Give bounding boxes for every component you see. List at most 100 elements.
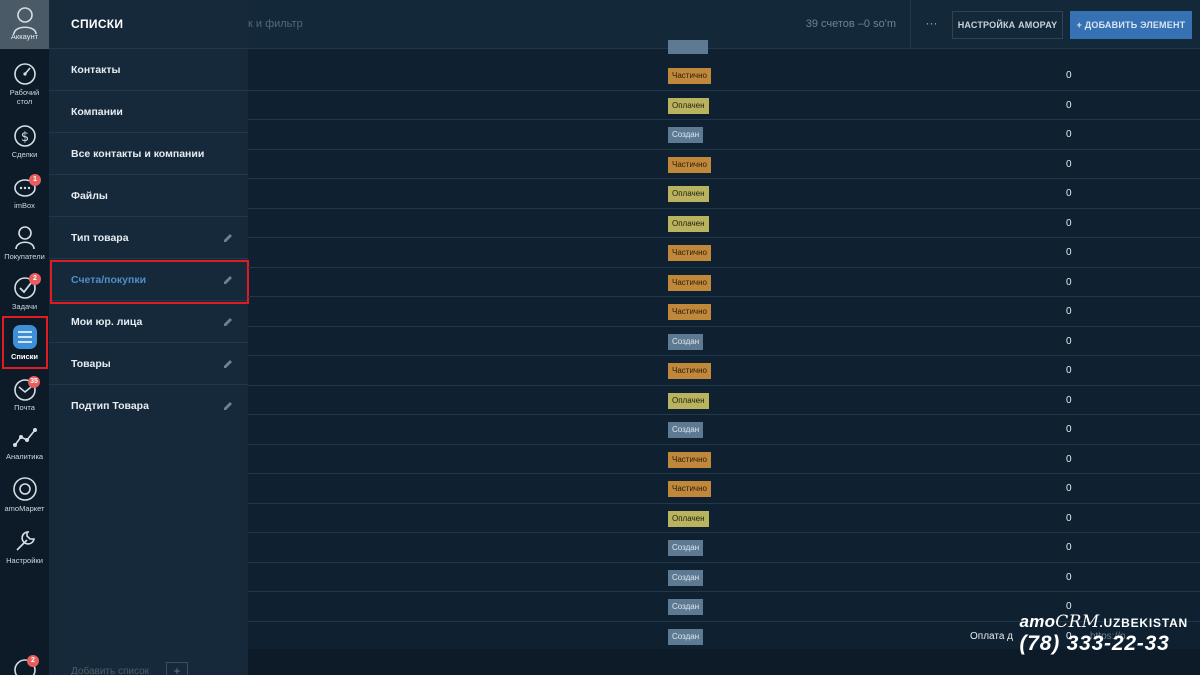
nav-analytics[interactable]: Аналитика	[0, 426, 49, 461]
table-row[interactable]: Частично 0	[248, 474, 1200, 504]
status-badge: Оплачен	[668, 186, 709, 202]
table-row[interactable]: Частично 0	[248, 238, 1200, 268]
amopay-settings-button[interactable]: НАСТРОЙКА AMOPAY	[952, 11, 1063, 39]
status-badge: Создан	[668, 569, 704, 586]
list-item-label: Товары	[71, 357, 111, 370]
nav-settings[interactable]: Настройки	[0, 528, 49, 565]
nav-notifications[interactable]: 2	[0, 655, 49, 675]
nav-dashboard[interactable]: Рабочий стол	[0, 62, 49, 106]
list-item-label: Файлы	[71, 189, 108, 202]
amount-cell: 0	[1066, 306, 1072, 317]
table-row[interactable]: Частично 0	[248, 445, 1200, 474]
add-list-link[interactable]: Добавить список	[71, 666, 149, 675]
list-item-files[interactable]: Файлы	[49, 175, 248, 217]
table-row[interactable]: Частично 0	[248, 150, 1200, 179]
list-item-label: Подтип Товара	[71, 400, 149, 412]
table-row[interactable]: Частично 0	[248, 356, 1200, 386]
more-actions-button[interactable]: ···	[910, 0, 952, 49]
nav-dashboard-label: Рабочий стол	[9, 88, 40, 106]
amount-cell: 0	[1066, 424, 1072, 435]
list-item-legal-entities[interactable]: Мои юр. лица	[49, 301, 248, 343]
status-badge: Частично	[668, 156, 711, 173]
table-row[interactable]: Оплачен 0	[248, 209, 1200, 238]
nav-customers-label: Покупатели	[4, 252, 45, 261]
amount-cell: 0	[1066, 453, 1072, 465]
brand-uz: .UZBEKISTAN	[1099, 616, 1188, 630]
status-badge: Создан	[668, 540, 704, 556]
list-item-product-subtype[interactable]: Подтип Товара	[49, 385, 248, 427]
amount-cell: 0	[1066, 70, 1072, 81]
nav-mail-label: Почта	[14, 403, 35, 412]
amount-cell: 0	[1066, 247, 1072, 258]
amount-cell: 0	[1066, 601, 1072, 612]
search-input[interactable]: к и фильтр	[248, 18, 303, 30]
table-row[interactable]: Оплачен 0	[248, 91, 1200, 120]
nav-customers[interactable]: Покупатели	[0, 224, 49, 261]
list-item-label: Тип товара	[71, 231, 129, 244]
table-row[interactable]: Частично 0	[248, 268, 1200, 297]
table-row[interactable]: Создан 0	[248, 327, 1200, 356]
nav-imbox[interactable]: 1 imBox	[0, 174, 49, 210]
status-badge: Оплачен	[668, 510, 709, 527]
status-badge: Оплачен	[668, 97, 709, 114]
nav-analytics-label: Аналитика	[5, 452, 44, 461]
status-badge: Оплачен	[668, 392, 709, 409]
dollar-icon: $	[13, 125, 36, 147]
account-button[interactable]: Аккаунт	[0, 0, 49, 49]
pencil-icon[interactable]	[222, 232, 234, 244]
brand-watermark: amoCRM.UZBEKISTAN (78) 333-22-33	[1019, 612, 1188, 656]
table-row[interactable]: Оплачен 0	[248, 179, 1200, 209]
table-row[interactable]: Создан 0	[248, 533, 1200, 563]
list-item-label: Мои юр. лица	[71, 315, 143, 328]
list-item-label: Компании	[71, 105, 123, 118]
table-row[interactable]: Оплачен 0	[248, 504, 1200, 533]
lists-panel: СПИСКИ Контакты Компании Все контакты и …	[49, 0, 248, 675]
amount-cell: 0	[1066, 99, 1072, 111]
add-list-button[interactable]: +	[166, 662, 188, 675]
amount-cell: 0	[1066, 394, 1072, 406]
nav-tasks[interactable]: 2 Задачи	[0, 273, 49, 311]
pencil-icon[interactable]	[222, 400, 234, 412]
status-badge-partial-hidden	[668, 40, 708, 54]
status-badge: Частично	[668, 304, 711, 320]
nav-deals[interactable]: $ Сделки	[0, 122, 49, 159]
account-label: Аккаунт	[10, 32, 39, 41]
list-item-contacts[interactable]: Контакты	[49, 49, 248, 91]
table-row[interactable]: Создан 0	[248, 415, 1200, 445]
nav-tasks-label: Задачи	[11, 302, 38, 311]
market-icon	[12, 477, 37, 501]
list-item-products[interactable]: Товары	[49, 343, 248, 385]
nav-imbox-label: imBox	[14, 201, 35, 210]
user-icon	[12, 7, 37, 34]
table-row[interactable]: Создан 0	[248, 563, 1200, 592]
nav-deals-label: Сделки	[11, 150, 38, 159]
list-item-all-contacts[interactable]: Все контакты и компании	[49, 133, 248, 175]
table-row[interactable]: Частично 0	[248, 297, 1200, 327]
nav-mail[interactable]: 35 Почта	[0, 376, 49, 412]
table-row[interactable]: Частично 0	[248, 61, 1200, 91]
table-row[interactable]: Создан 0	[248, 120, 1200, 150]
amount-cell: 0	[1066, 217, 1072, 229]
pencil-icon[interactable]	[222, 316, 234, 328]
amount-cell: 0	[1066, 335, 1072, 347]
status-badge: Частично	[668, 363, 711, 379]
list-item-label: Контакты	[71, 63, 121, 76]
add-element-button[interactable]: + ДОБАВИТЬ ЭЛЕМЕНТ	[1070, 11, 1192, 39]
pencil-icon[interactable]	[222, 358, 234, 370]
amount-cell: 0	[1066, 365, 1072, 376]
brand-phone: (78) 333-22-33	[1019, 632, 1170, 655]
status-badge: Создан	[668, 628, 704, 645]
amount-cell: 0	[1066, 188, 1072, 199]
status-badge: Создан	[668, 599, 704, 615]
list-item-product-type[interactable]: Тип товара	[49, 217, 248, 259]
brand-crm: CRM	[1055, 612, 1100, 632]
brand-amo: amo	[1019, 612, 1056, 631]
list-item-companies[interactable]: Компании	[49, 91, 248, 133]
analytics-icon	[12, 428, 37, 447]
customer-icon	[14, 226, 35, 250]
amount-cell: 0	[1066, 483, 1072, 494]
table-row[interactable]: Оплачен 0	[248, 386, 1200, 415]
nav-market-label: amoМаркет	[4, 504, 45, 513]
nav-market[interactable]: amoМаркет	[0, 476, 49, 513]
amount-cell: 0	[1066, 571, 1072, 583]
